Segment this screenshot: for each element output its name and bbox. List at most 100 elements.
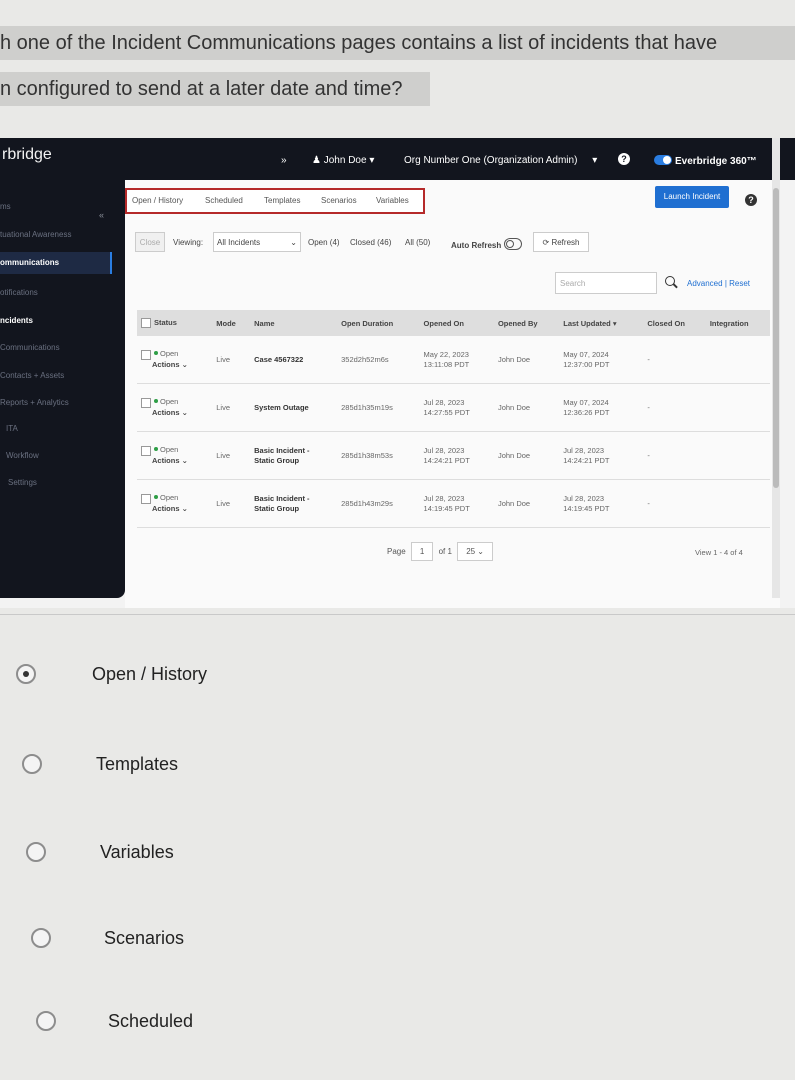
sidebar-item-workflow[interactable]: Workflow	[6, 451, 39, 460]
opened-by-cell: John Doe	[493, 431, 560, 480]
filter-all[interactable]: All (50)	[405, 238, 430, 247]
collapse-icon[interactable]: «	[99, 210, 104, 220]
tab-variables[interactable]: Variables	[376, 196, 409, 205]
row-checkbox[interactable]	[141, 445, 151, 456]
radio-templates[interactable]	[22, 754, 42, 774]
column-header-opened-by[interactable]: Opened By	[493, 310, 560, 336]
app-screenshot: rbridge » ♟ John Doe ▾ Org Number One (O…	[0, 138, 795, 608]
sidebar-item-ita[interactable]: ITA	[6, 424, 18, 433]
duration-cell: 285d1h43m29s	[337, 479, 420, 528]
column-header-closed-on[interactable]: Closed On	[643, 310, 706, 336]
duration-cell: 285d1h35m19s	[337, 383, 420, 432]
page-label: Page	[387, 547, 406, 556]
expand-icon[interactable]: »	[281, 155, 287, 166]
sidebar-item-ms[interactable]: ms	[0, 202, 11, 211]
help-icon-2[interactable]: ?	[745, 190, 757, 208]
incidents-table: Status Mode Name Open Duration Opened On…	[137, 310, 770, 528]
integration-cell	[705, 336, 770, 384]
row-checkbox[interactable]	[141, 397, 151, 408]
filter-open[interactable]: Open (4)	[308, 238, 340, 247]
search-icon[interactable]	[665, 276, 675, 286]
closed-on-cell: -	[643, 383, 706, 432]
search-input[interactable]: Search	[555, 272, 657, 294]
actions-menu[interactable]: Actions ⌄	[152, 408, 188, 417]
launch-incident-button[interactable]: Launch Incident	[655, 186, 729, 208]
top-bar: rbridge » ♟ John Doe ▾ Org Number One (O…	[0, 138, 795, 180]
radio-open-history[interactable]	[16, 664, 36, 684]
toggle-icon	[654, 155, 672, 165]
column-header-last-updated[interactable]: Last Updated ▾	[559, 310, 644, 336]
reset-link[interactable]: | Reset	[725, 279, 750, 288]
name-cell[interactable]: Basic Incident - Static Group	[250, 479, 338, 528]
option-label: Open / History	[92, 664, 208, 684]
close-button[interactable]: Close	[135, 232, 165, 252]
product-switch[interactable]: Everbridge 360™	[654, 155, 757, 167]
scrollbar-thumb[interactable]	[773, 188, 779, 488]
table-row[interactable]: Open Actions ⌄ Live System Outage 285d1h3…	[137, 383, 770, 432]
auto-refresh-toggle[interactable]: Auto Refresh	[451, 238, 523, 250]
radio-scenarios[interactable]	[31, 928, 51, 948]
select-all-checkbox[interactable]	[141, 318, 151, 328]
tab-open-history[interactable]: Open / History	[132, 196, 183, 205]
help-icon[interactable]: ?	[618, 153, 630, 165]
actions-menu[interactable]: Actions ⌄	[152, 360, 188, 369]
closed-on-cell: -	[643, 336, 706, 384]
name-cell[interactable]: Basic Incident - Static Group	[250, 431, 338, 480]
product-name: Everbridge 360™	[675, 156, 757, 167]
status-cell: Open Actions ⌄	[137, 431, 213, 480]
column-header-opened-on[interactable]: Opened On	[419, 310, 494, 336]
tab-bar: Open / History Scheduled Templates Scena…	[125, 188, 425, 214]
mode-cell: Live	[212, 479, 251, 528]
auto-refresh-label: Auto Refresh	[451, 241, 502, 250]
row-checkbox[interactable]	[141, 349, 151, 360]
filter-closed[interactable]: Closed (46)	[350, 238, 391, 247]
actions-menu[interactable]: Actions ⌄	[152, 504, 188, 513]
sidebar-item-situational-awareness[interactable]: tuational Awareness	[0, 230, 71, 239]
last-updated-cell: May 07, 2024 12:37:00 PDT	[559, 336, 644, 384]
table-row[interactable]: Open Actions ⌄ Live Basic Incident - Stati…	[137, 479, 770, 528]
radio-variables[interactable]	[26, 842, 46, 862]
sidebar-item-settings[interactable]: Settings	[8, 478, 37, 487]
row-checkbox[interactable]	[141, 493, 151, 504]
closed-on-cell: -	[643, 479, 706, 528]
table-row[interactable]: Open Actions ⌄ Live Case 4567322 352d2h52…	[137, 336, 770, 384]
sidebar: « ms tuational Awareness ommunications o…	[0, 180, 125, 598]
viewing-value: All Incidents	[217, 238, 261, 247]
question-line-2: n configured to send at a later date and…	[0, 72, 430, 106]
column-header-name[interactable]: Name	[250, 310, 338, 336]
table-row[interactable]: Open Actions ⌄ Live Basic Incident - Stati…	[137, 431, 770, 480]
org-selector[interactable]: Org Number One (Organization Admin) ▾	[404, 155, 597, 166]
tab-templates[interactable]: Templates	[264, 196, 300, 205]
tab-scheduled[interactable]: Scheduled	[205, 196, 243, 205]
main-panel: Open / History Scheduled Templates Scena…	[125, 180, 780, 608]
name-cell[interactable]: System Outage	[250, 383, 338, 432]
tab-scenarios[interactable]: Scenarios	[321, 196, 357, 205]
sidebar-item-incidents[interactable]: ncidents	[0, 316, 33, 325]
opened-by-cell: John Doe	[493, 336, 560, 384]
pagination: Page 1 of 1 25 ⌄	[387, 542, 496, 561]
status-cell: Open Actions ⌄	[137, 336, 213, 384]
divider	[0, 614, 795, 615]
vertical-scrollbar[interactable]	[772, 138, 780, 598]
actions-menu[interactable]: Actions ⌄	[152, 456, 188, 465]
option-label: Templates	[96, 754, 179, 774]
sidebar-item-reports-analytics[interactable]: Reports + Analytics	[0, 398, 69, 407]
user-menu[interactable]: ♟ John Doe ▾	[312, 155, 374, 166]
sidebar-item-communications[interactable]: ommunications	[0, 252, 112, 274]
column-header-integration[interactable]: Integration	[705, 310, 770, 336]
column-header-mode[interactable]: Mode	[212, 310, 251, 336]
advanced-link[interactable]: Advanced	[687, 279, 723, 288]
viewing-select[interactable]: All Incidents ⌄	[213, 232, 301, 252]
integration-cell	[705, 431, 770, 480]
sidebar-item-communications-sub[interactable]: Communications	[0, 343, 60, 352]
column-header-status[interactable]: Status	[137, 310, 213, 336]
search-links: Advanced | Reset	[687, 279, 750, 288]
page-size-select[interactable]: 25 ⌄	[457, 542, 494, 561]
sidebar-item-notifications[interactable]: otifications	[0, 288, 38, 297]
column-header-open-duration[interactable]: Open Duration	[337, 310, 420, 336]
sidebar-item-contacts-assets[interactable]: Contacts + Assets	[0, 371, 64, 380]
name-cell[interactable]: Case 4567322	[250, 336, 338, 384]
page-input[interactable]: 1	[410, 542, 434, 561]
radio-scheduled[interactable]	[36, 1011, 56, 1031]
refresh-button[interactable]: ⟳ Refresh	[533, 232, 589, 252]
